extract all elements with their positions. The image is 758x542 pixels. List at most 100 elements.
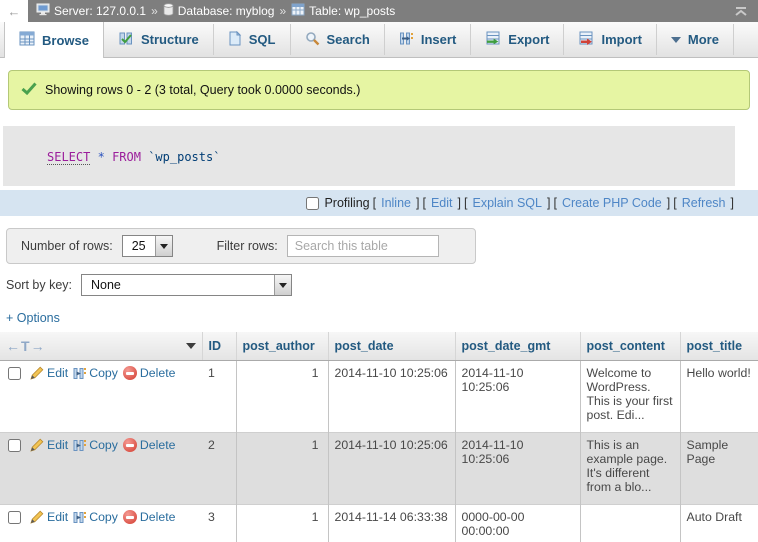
cell-post-author: 1: [236, 361, 328, 433]
bracket: [: [553, 196, 556, 210]
copy-row-link[interactable]: Copy: [73, 510, 118, 524]
tab-browse-label: Browse: [42, 33, 89, 48]
top-bar: ← Server: 127.0.0.1 » Database: myblog »…: [0, 0, 758, 22]
cell-post-date: 2014-11-10 10:25:06: [328, 433, 455, 505]
chevron-down-icon: [671, 37, 681, 48]
number-of-rows-label: Number of rows:: [21, 239, 113, 253]
copy-row-link[interactable]: Copy: [73, 438, 118, 452]
bracket: [: [422, 196, 425, 210]
tab-sql[interactable]: SQL: [214, 24, 291, 55]
column-header-post-content[interactable]: post_content: [580, 332, 680, 361]
insert-icon: [399, 31, 414, 49]
delete-icon: [123, 510, 137, 524]
inline-link[interactable]: Inline: [379, 196, 413, 210]
cell-id: 1: [202, 361, 236, 433]
tab-export-label: Export: [508, 32, 549, 47]
export-icon: [485, 31, 501, 49]
cell-id: 2: [202, 433, 236, 505]
breadcrumb-server[interactable]: Server: 127.0.0.1: [36, 3, 146, 19]
number-of-rows-select[interactable]: 25: [122, 235, 173, 257]
sort-by-key-select[interactable]: None: [81, 274, 292, 296]
refresh-link[interactable]: Refresh: [680, 196, 728, 210]
row-actions-cell: Edit Copy Delete: [0, 433, 202, 505]
tab-more[interactable]: More: [657, 24, 734, 55]
sql-keyword-from: FROM: [112, 150, 141, 164]
server-icon: [36, 3, 50, 19]
tab-import[interactable]: Import: [564, 24, 656, 55]
cell-post-title: Auto Draft: [680, 505, 758, 542]
sql-table-identifier: `wp_posts`: [148, 150, 220, 164]
breadcrumb-database-label: Database: myblog: [178, 4, 275, 18]
table-row: Edit Copy Delete 2 1 2014-11-10 10:25:06…: [0, 433, 758, 505]
row-actions-cell: Edit Copy Delete: [0, 505, 202, 542]
collapse-workspace-icon[interactable]: [732, 6, 750, 17]
edit-query-link[interactable]: Edit: [429, 196, 455, 210]
tab-bar: Browse Structure SQL Search Insert Expor…: [0, 22, 758, 58]
column-header-post-date-gmt[interactable]: post_date_gmt: [455, 332, 580, 361]
create-php-code-link[interactable]: Create PHP Code: [560, 196, 664, 210]
table-row: Edit Copy Delete 3 1 2014-11-14 06:33:38…: [0, 505, 758, 542]
cell-post-date: 2014-11-10 10:25:06: [328, 361, 455, 433]
header-row-actions: ←T→: [0, 332, 202, 361]
profiling-checkbox-label[interactable]: Profiling: [306, 196, 369, 210]
copy-icon: [73, 367, 86, 380]
column-header-post-date[interactable]: post_date: [328, 332, 455, 361]
table-row: Edit Copy Delete 1 1 2014-11-10 10:25:06…: [0, 361, 758, 433]
filter-rows-input[interactable]: [287, 235, 439, 257]
database-icon: [163, 3, 174, 19]
tab-insert[interactable]: Insert: [385, 24, 471, 55]
back-arrow-icon: ←: [8, 4, 21, 19]
nav-panel-toggle[interactable]: ←: [0, 0, 28, 22]
header-options-chevron-icon[interactable]: [186, 343, 196, 354]
filter-rows-label: Filter rows:: [217, 239, 278, 253]
bracket: ]: [547, 196, 550, 210]
cell-post-author: 1: [236, 505, 328, 542]
breadcrumb-database[interactable]: Database: myblog: [163, 3, 275, 19]
delete-row-link[interactable]: Delete: [123, 438, 176, 452]
breadcrumb-separator: »: [279, 4, 286, 18]
tab-import-label: Import: [601, 32, 641, 47]
cell-post-date: 2014-11-14 06:33:38: [328, 505, 455, 542]
row-select-checkbox[interactable]: [8, 367, 21, 380]
breadcrumb: Server: 127.0.0.1 » Database: myblog » T…: [28, 0, 758, 22]
row-actions-cell: Edit Copy Delete: [0, 361, 202, 433]
column-header-post-title[interactable]: post_title: [680, 332, 758, 361]
options-toggle-link[interactable]: + Options: [6, 311, 60, 325]
delete-icon: [123, 366, 137, 380]
column-header-post-author[interactable]: post_author: [236, 332, 328, 361]
sql-query-box: SELECT * FROM `wp_posts`: [3, 126, 735, 186]
delete-row-link[interactable]: Delete: [123, 366, 176, 380]
delete-icon: [123, 438, 137, 452]
edit-row-link[interactable]: Edit: [30, 510, 68, 524]
tab-export[interactable]: Export: [471, 24, 564, 55]
tab-structure[interactable]: Structure: [104, 24, 214, 55]
profiling-checkbox[interactable]: [306, 197, 319, 210]
select-dropdown-icon: [155, 236, 172, 256]
cell-post-content: This is an example page. It's different …: [580, 433, 680, 505]
edit-row-link[interactable]: Edit: [30, 366, 68, 380]
table-icon: [291, 3, 305, 19]
column-header-id[interactable]: ID: [202, 332, 236, 361]
breadcrumb-table[interactable]: Table: wp_posts: [291, 3, 395, 19]
tab-sql-label: SQL: [249, 32, 276, 47]
select-dropdown-icon: [274, 275, 291, 295]
explain-sql-link[interactable]: Explain SQL: [470, 196, 543, 210]
table-header-row: ←T→ ID post_author post_date post_date_g…: [0, 332, 758, 361]
pencil-icon: [30, 366, 44, 380]
breadcrumb-table-label: Table: wp_posts: [309, 4, 395, 18]
bracket: ]: [667, 196, 670, 210]
cell-post-date-gmt: 2014-11-10 10:25:06: [455, 433, 580, 505]
sql-keyword-select: SELECT: [47, 150, 90, 165]
import-icon: [578, 31, 594, 49]
row-select-checkbox[interactable]: [8, 439, 21, 452]
delete-row-link[interactable]: Delete: [123, 510, 176, 524]
tab-browse[interactable]: Browse: [4, 22, 104, 58]
edit-row-link[interactable]: Edit: [30, 438, 68, 452]
tab-search[interactable]: Search: [291, 24, 385, 55]
cell-post-content: [580, 505, 680, 542]
bracket: [: [373, 196, 376, 210]
copy-row-link[interactable]: Copy: [73, 366, 118, 380]
row-select-checkbox[interactable]: [8, 511, 21, 524]
row-display-toggle-icon[interactable]: ←T→: [6, 338, 46, 354]
pencil-icon: [30, 438, 44, 452]
